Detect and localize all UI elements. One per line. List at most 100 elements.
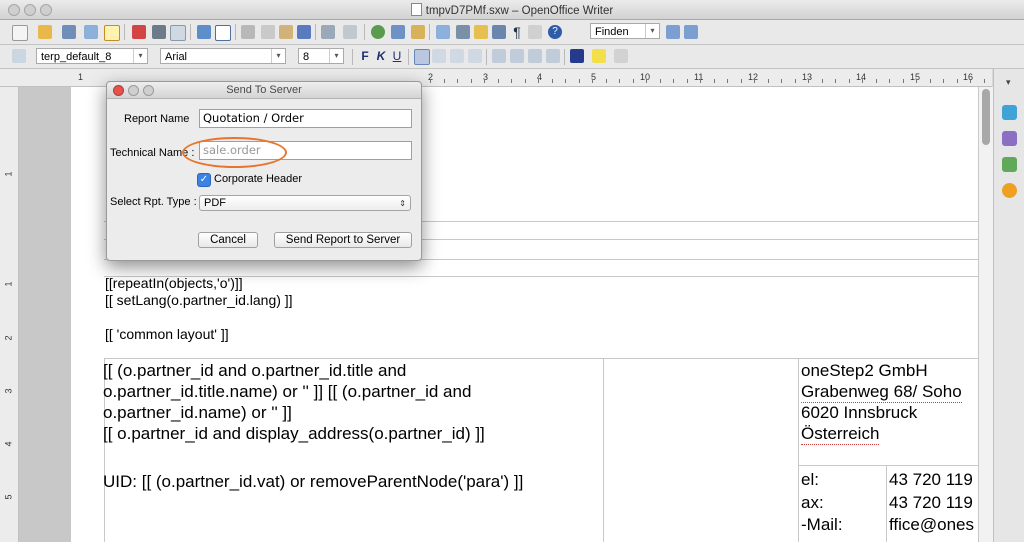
report-type-value: PDF	[204, 197, 226, 209]
align-left-icon[interactable]	[414, 49, 430, 65]
bold-button[interactable]: F	[358, 48, 372, 64]
standard-toolbar: ¶ ? Finden ▾	[0, 20, 1024, 45]
navigator-sidebar-icon[interactable]	[1002, 183, 1017, 198]
gallery-icon[interactable]	[474, 25, 488, 39]
font-name-select[interactable]: Arial ▾	[160, 48, 286, 64]
dialog-close-button[interactable]	[113, 85, 124, 96]
page-preview-icon[interactable]	[170, 25, 186, 41]
print-icon[interactable]	[152, 25, 166, 39]
underline-button[interactable]: U	[390, 48, 404, 64]
justify-icon[interactable]	[468, 49, 482, 63]
ruler-number: 1	[3, 171, 14, 177]
address-line-4: [[ o.partner_id and display_address(o.pa…	[103, 424, 485, 443]
nonprinting-characters-icon[interactable]: ¶	[510, 25, 524, 39]
ruler-tick	[957, 79, 958, 83]
send-report-button[interactable]: Send Report to Server	[274, 232, 412, 248]
corporate-header-checkbox[interactable]: ✓	[197, 173, 211, 187]
ruler-tick	[970, 79, 971, 83]
fax-value: 43 720 119	[889, 493, 973, 512]
paste-icon[interactable]	[279, 25, 293, 39]
ruler-tick	[781, 79, 782, 83]
chevron-down-icon: ▾	[271, 49, 285, 63]
ruler-tick	[511, 79, 512, 83]
address-line-2: o.partner_id.title.name) or '' ]] [[ (o.…	[103, 382, 472, 401]
cancel-button[interactable]: Cancel	[198, 232, 258, 248]
ruler-tick	[430, 79, 431, 83]
decrease-indent-icon[interactable]	[528, 49, 542, 63]
ruler-tick	[538, 79, 539, 83]
copy-icon[interactable]	[261, 25, 275, 39]
ruler-tick	[727, 79, 728, 83]
new-document-icon[interactable]	[12, 25, 28, 41]
find-replace-icon[interactable]	[436, 25, 450, 39]
address-line-1: [[ (o.partner_id and o.partner_id.title …	[103, 361, 407, 380]
report-name-field[interactable]: Quotation / Order	[199, 109, 412, 128]
ruler-tick	[754, 79, 755, 83]
email-icon[interactable]	[84, 25, 98, 39]
show-draw-functions-icon[interactable]	[411, 25, 425, 39]
styles-formatting-icon[interactable]	[12, 49, 26, 63]
paragraph-style-select[interactable]: terp_default_8 ▾	[36, 48, 148, 64]
spellcheck-icon[interactable]	[197, 25, 211, 39]
help-icon[interactable]: ?	[548, 25, 562, 39]
dialog-minimize-button[interactable]	[128, 85, 139, 96]
styles-icon[interactable]	[1002, 131, 1017, 146]
ruler-tick	[687, 79, 688, 83]
undo-icon[interactable]	[321, 25, 335, 39]
tel-value: 43 720 119	[889, 470, 973, 489]
background-color-icon[interactable]	[614, 49, 628, 63]
export-pdf-icon[interactable]	[132, 25, 146, 39]
ruler-tick	[795, 79, 796, 83]
zoom-icon[interactable]	[528, 25, 542, 39]
increase-indent-icon[interactable]	[546, 49, 560, 63]
company-street: Grabenweg 68/ Soho	[801, 382, 962, 403]
navigator-icon[interactable]	[456, 25, 470, 39]
company-city: 6020 Innsbruck	[801, 403, 918, 422]
edit-file-icon[interactable]	[104, 25, 120, 41]
send-to-server-dialog: Send To Server Report Name Quotation / O…	[106, 81, 422, 261]
clone-formatting-icon[interactable]	[297, 25, 311, 39]
cut-icon[interactable]	[241, 25, 255, 39]
align-right-icon[interactable]	[450, 49, 464, 63]
bullets-icon[interactable]	[510, 49, 524, 63]
find-field[interactable]: Finden ▾	[590, 23, 660, 39]
font-size-select[interactable]: 8 ▾	[298, 48, 344, 64]
uid-line: UID: [[ (o.partner_id.vat) or removePare…	[103, 472, 524, 491]
table-icon[interactable]	[391, 25, 405, 39]
ruler-number: 1	[78, 72, 84, 82]
numbering-icon[interactable]	[492, 49, 506, 63]
dialog-zoom-button[interactable]	[143, 85, 154, 96]
ruler-tick	[673, 79, 674, 83]
address-line-3: o.partner_id.name) or '' ]]	[103, 403, 292, 422]
autospellcheck-icon[interactable]	[215, 25, 231, 41]
properties-icon[interactable]	[1002, 105, 1017, 120]
align-center-icon[interactable]	[432, 49, 446, 63]
report-type-select[interactable]: PDF ⇕	[199, 195, 411, 211]
ruler-tick	[525, 79, 526, 83]
datasources-icon[interactable]	[492, 25, 506, 39]
redo-icon[interactable]	[343, 25, 357, 39]
ruler-tick	[930, 79, 931, 83]
open-folder-icon[interactable]	[38, 25, 52, 39]
save-icon[interactable]	[62, 25, 76, 39]
font-color-icon[interactable]	[570, 49, 584, 63]
vertical-scrollbar[interactable]	[978, 87, 993, 542]
highlighting-icon[interactable]	[592, 49, 606, 63]
sidebar-panel: ▾	[993, 69, 1024, 542]
hyperlink-icon[interactable]	[371, 25, 385, 39]
ruler-tick	[660, 79, 661, 83]
scrollbar-thumb[interactable]	[982, 89, 990, 145]
ruler-tick	[444, 79, 445, 83]
tel-label: el:	[801, 470, 819, 489]
corporate-header-label: Corporate Header	[214, 173, 303, 185]
sidebar-menu-icon[interactable]: ▾	[1006, 77, 1011, 88]
ruler-tick	[741, 79, 742, 83]
ruler-number: 11	[694, 72, 704, 82]
find-previous-icon[interactable]	[666, 25, 680, 39]
gallery-sidebar-icon[interactable]	[1002, 157, 1017, 172]
find-next-icon[interactable]	[684, 25, 698, 39]
italic-button[interactable]: K	[374, 48, 388, 64]
email-label: -Mail:	[801, 515, 843, 534]
ruler-tick	[498, 79, 499, 83]
ruler-tick	[903, 79, 904, 83]
